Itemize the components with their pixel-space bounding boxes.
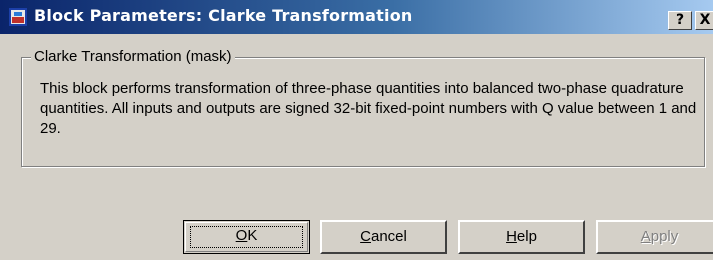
- help-button[interactable]: Help: [458, 220, 585, 254]
- apply-button-label: Apply: [640, 228, 679, 245]
- close-icon: X: [699, 12, 711, 28]
- title-bar[interactable]: Block Parameters: Clarke Transformation …: [0, 0, 713, 34]
- apply-button[interactable]: Apply: [596, 220, 713, 254]
- context-help-button[interactable]: ?: [668, 11, 692, 30]
- ok-button[interactable]: OK: [183, 220, 310, 254]
- block-parameters-dialog: Block Parameters: Clarke Transformation …: [0, 0, 713, 260]
- ok-button-label: OK: [235, 227, 258, 244]
- mask-description-text: This block performs transformation of th…: [40, 80, 697, 137]
- close-button[interactable]: X: [695, 11, 713, 30]
- cancel-button-label: Cancel: [360, 228, 407, 245]
- cancel-button[interactable]: Cancel: [320, 220, 447, 254]
- window-title: Block Parameters: Clarke Transformation: [34, 6, 413, 25]
- question-mark-icon: ?: [675, 12, 685, 28]
- group-legend: Clarke Transformation (mask): [31, 48, 235, 65]
- help-button-label: Help: [506, 228, 537, 245]
- simulink-block-icon: [9, 8, 27, 26]
